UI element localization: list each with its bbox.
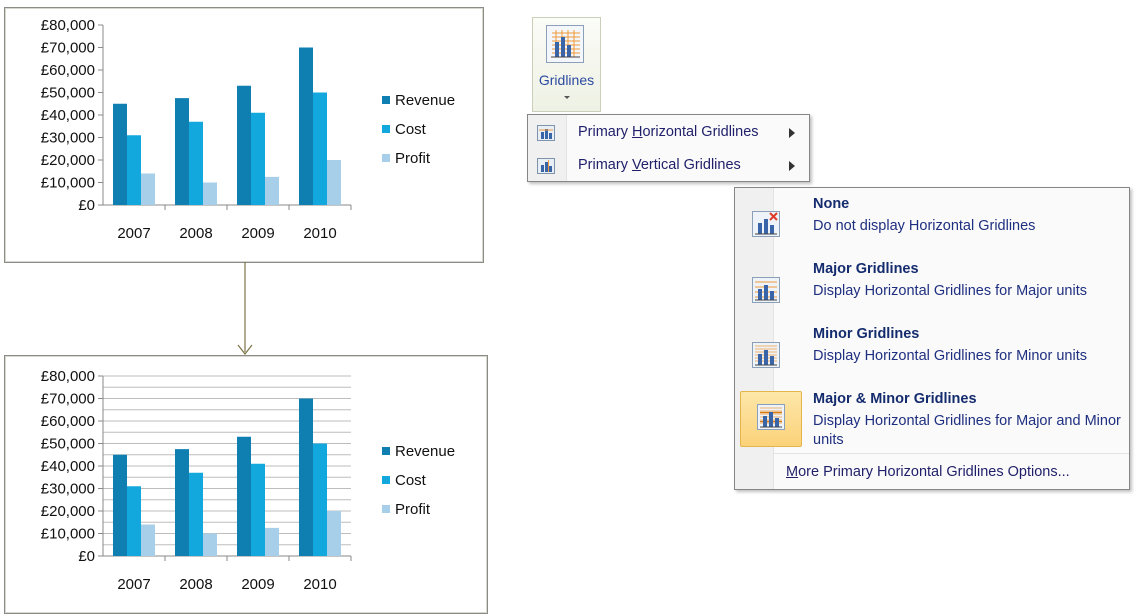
down-arrow-icon (237, 262, 253, 355)
bar-revenue (113, 454, 127, 556)
bar-profit (141, 524, 155, 556)
y-tick-label: £60,000 (41, 413, 95, 430)
legend-label: Revenue (395, 443, 455, 460)
bar-revenue (175, 98, 189, 205)
y-tick-label: £30,000 (41, 130, 95, 147)
bar-revenue (113, 103, 127, 205)
menu-item-description: Display Horizontal Gridlines for Major u… (813, 283, 1087, 299)
bar-revenue (237, 436, 251, 556)
horizontal-gridlines-icon (537, 125, 555, 141)
y-tick-label: £40,000 (41, 458, 95, 475)
bar-revenue (237, 85, 251, 205)
menu-item-title: Major & Minor Gridlines (813, 391, 977, 407)
gridlines-label: Gridlines (538, 72, 595, 88)
more-gridlines-options-item[interactable]: More Primary Horizontal Gridlines Option… (786, 464, 1070, 480)
y-tick-label: £50,000 (41, 85, 95, 102)
y-tick-label: £50,000 (41, 436, 95, 453)
legend-swatch (382, 447, 390, 455)
y-tick-label: £0 (78, 197, 95, 214)
bar-revenue (299, 47, 313, 205)
gridlines-menu: Primary Horizontal Gridlines Primary Ver… (527, 114, 810, 182)
bar-profit (203, 533, 217, 556)
legend-label: Revenue (395, 92, 455, 109)
chart-panel-before: £0 £10,000 £20,000 £30,000 £40,000 £50,000 £60… (4, 7, 484, 263)
submenu-arrow-icon (789, 128, 795, 138)
gridlines-icon (546, 25, 584, 63)
bar-cost (313, 92, 327, 205)
y-tick-label: £20,000 (41, 503, 95, 520)
legend-label: Profit (395, 501, 431, 518)
x-tick-label: 2010 (303, 576, 336, 593)
no-gridlines-icon (744, 203, 788, 247)
y-tick-label: £10,000 (41, 175, 95, 192)
legend-swatch (382, 476, 390, 484)
y-tick-label: £0 (78, 548, 95, 565)
bar-profit (141, 173, 155, 205)
major-gridlines-icon (744, 269, 788, 313)
y-tick-label: £30,000 (41, 481, 95, 498)
x-tick-label: 2007 (117, 576, 150, 593)
menu-item-label: Primary Vertical Gridlines (578, 157, 741, 173)
bar-revenue (299, 398, 313, 556)
legend-label: Profit (395, 150, 431, 167)
x-tick-label: 2009 (241, 576, 274, 593)
dropdown-caret-icon (564, 96, 570, 99)
chart-after: £0 £10,000 £20,000 £30,000 £40,000 £50,000 £60… (41, 368, 455, 593)
minor-gridlines-icon (744, 334, 788, 378)
bar-profit (203, 182, 217, 205)
bar-profit (265, 176, 279, 205)
x-tick-label: 2008 (179, 576, 212, 593)
bar-cost (251, 112, 265, 205)
y-tick-label: £70,000 (41, 391, 95, 408)
bar-profit (265, 527, 279, 556)
chart-panel-after: £0 £10,000 £20,000 £30,000 £40,000 £50,000 £60… (4, 355, 488, 614)
menu-item-description: Display Horizontal Gridlines for Minor u… (813, 348, 1087, 364)
menu-item-description: Do not display Horizontal Gridlines (813, 218, 1036, 234)
menu-item-label: Primary Horizontal Gridlines (578, 124, 759, 140)
menu-item-primary-horizontal-gridlines[interactable]: Primary Horizontal Gridlines (528, 117, 809, 149)
y-tick-label: £60,000 (41, 62, 95, 79)
bar-profit (327, 511, 341, 556)
y-tick-label: £80,000 (41, 368, 95, 385)
legend-swatch (382, 96, 390, 104)
major-minor-gridlines-icon (740, 391, 802, 447)
menu-item-title: Minor Gridlines (813, 326, 920, 342)
menu-separator (773, 453, 1129, 454)
y-tick-label: £70,000 (41, 40, 95, 57)
gridlines-ribbon-button[interactable]: Gridlines (532, 17, 601, 112)
menu-item-title: None (813, 196, 850, 212)
bar-cost (127, 135, 141, 205)
y-tick-label: £20,000 (41, 152, 95, 169)
legend-swatch (382, 505, 390, 513)
vertical-gridlines-icon (537, 158, 555, 174)
x-tick-label: 2010 (303, 225, 336, 242)
horizontal-gridlines-submenu: None Do not display Horizontal Gridlines… (734, 187, 1130, 490)
y-tick-label: £80,000 (41, 17, 95, 34)
bar-profit (327, 160, 341, 205)
bar-revenue (175, 449, 189, 556)
bar-cost (313, 443, 327, 556)
y-tick-label: £40,000 (41, 107, 95, 124)
y-tick-label: £10,000 (41, 526, 95, 543)
menu-item-primary-vertical-gridlines[interactable]: Primary Vertical Gridlines (528, 150, 809, 182)
chart-before: £0 £10,000 £20,000 £30,000 £40,000 £50,000 £60… (41, 17, 455, 242)
bar-cost (251, 463, 265, 556)
bar-cost (189, 472, 203, 556)
legend-swatch (382, 154, 390, 162)
submenu-arrow-icon (789, 161, 795, 171)
legend-swatch (382, 125, 390, 133)
bar-cost (189, 121, 203, 205)
legend-label: Cost (395, 121, 427, 138)
x-tick-label: 2007 (117, 225, 150, 242)
x-tick-label: 2009 (241, 225, 274, 242)
legend-label: Cost (395, 472, 427, 489)
x-tick-label: 2008 (179, 225, 212, 242)
bar-cost (127, 486, 141, 556)
menu-item-title: Major Gridlines (813, 261, 919, 277)
menu-item-description: Display Horizontal Gridlines for Major a… (813, 413, 1121, 448)
